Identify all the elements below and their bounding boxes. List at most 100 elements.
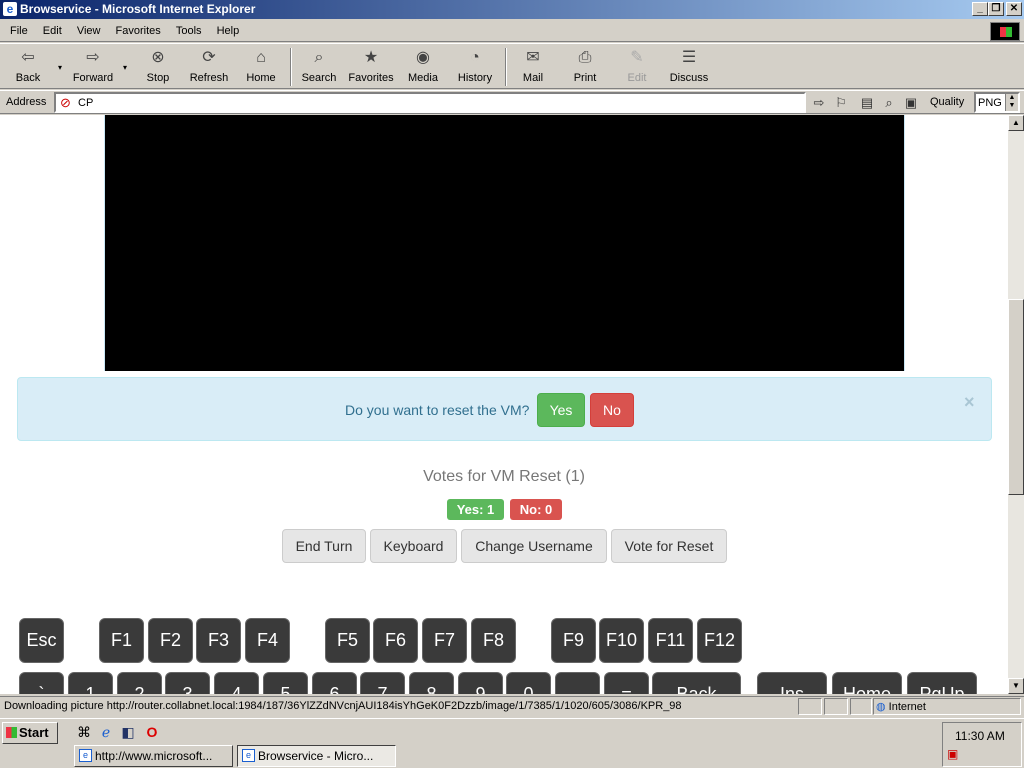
- forward-button[interactable]: ⇨ Forward: [68, 48, 118, 88]
- clipboard-icon[interactable]: ▣: [902, 94, 920, 112]
- key-pageup[interactable]: PgUp: [907, 672, 977, 694]
- back-dropdown-icon[interactable]: ▾: [54, 48, 66, 88]
- key-f9[interactable]: F9: [551, 618, 596, 663]
- toolbar-divider: [290, 48, 292, 86]
- status-panel: [824, 698, 848, 715]
- bookmark-icon[interactable]: ⚐: [832, 94, 850, 112]
- home-button[interactable]: ⌂ Home: [240, 48, 282, 88]
- key-f3[interactable]: F3: [196, 618, 241, 663]
- stop-icon: ⊗: [151, 49, 165, 66]
- print-button[interactable]: ⎙ Print: [566, 48, 604, 88]
- key-f8[interactable]: F8: [471, 618, 516, 663]
- key-backtick[interactable]: `: [19, 672, 64, 694]
- vm-screen[interactable]: [104, 115, 905, 371]
- change-username-button[interactable]: Change Username: [461, 529, 607, 563]
- home-icon: ⌂: [256, 49, 266, 66]
- close-icon[interactable]: ×: [964, 392, 975, 413]
- key-f1[interactable]: F1: [99, 618, 144, 663]
- internet-explorer-icon[interactable]: ℯ: [98, 724, 114, 740]
- key-6[interactable]: 6: [312, 672, 357, 694]
- key-5[interactable]: 5: [263, 672, 308, 694]
- menu-favorites[interactable]: Favorites: [110, 21, 167, 37]
- key-9[interactable]: 9: [458, 672, 503, 694]
- find-icon[interactable]: ⌕: [880, 94, 898, 112]
- menu-tools[interactable]: Tools: [170, 21, 208, 37]
- key-3[interactable]: 3: [165, 672, 210, 694]
- key-f5[interactable]: F5: [325, 618, 370, 663]
- title-bar: e Browservice - Microsoft Internet Explo…: [0, 0, 1024, 19]
- edit-button[interactable]: ✎ Edit: [618, 48, 656, 88]
- page-viewport: Do you want to reset the VM? Yes No × Vo…: [0, 115, 1008, 694]
- mail-button[interactable]: ✉ Mail: [514, 48, 552, 88]
- menu-view[interactable]: View: [71, 21, 107, 37]
- go-arrow-icon[interactable]: ⇨: [810, 94, 828, 112]
- key-0[interactable]: 0: [506, 672, 551, 694]
- address-input[interactable]: ⊘ CP: [54, 92, 806, 113]
- key-f4[interactable]: F4: [245, 618, 290, 663]
- key-f7[interactable]: F7: [422, 618, 467, 663]
- taskbar: Start ⌘ ℯ ◧ O e http://www.microsoft... …: [0, 718, 1024, 768]
- opera-icon[interactable]: O: [144, 724, 160, 740]
- menu-file[interactable]: File: [4, 21, 34, 37]
- menu-edit[interactable]: Edit: [37, 21, 68, 37]
- scroll-thumb[interactable]: [1008, 299, 1024, 495]
- scroll-down-icon[interactable]: ▼: [1008, 678, 1024, 694]
- stop-button[interactable]: ⊗ Stop: [138, 48, 178, 88]
- vote-for-reset-button[interactable]: Vote for Reset: [611, 529, 727, 563]
- close-button[interactable]: ✕: [1006, 2, 1022, 16]
- key-f6[interactable]: F6: [373, 618, 418, 663]
- key-2[interactable]: 2: [117, 672, 162, 694]
- maximize-button[interactable]: ❐: [988, 2, 1004, 16]
- menu-help[interactable]: Help: [211, 21, 246, 37]
- forward-dropdown-icon[interactable]: ▾: [119, 48, 131, 88]
- show-desktop-icon[interactable]: ⌘: [76, 724, 92, 740]
- network-icon[interactable]: ◧: [120, 724, 136, 740]
- quality-label: Quality: [930, 96, 965, 108]
- task-browservice-window[interactable]: e Browservice - Micro...: [237, 745, 396, 767]
- view-icon[interactable]: ▤: [858, 94, 876, 112]
- address-value: CP: [78, 97, 94, 109]
- back-button[interactable]: ⇦ Back: [6, 48, 50, 88]
- clock[interactable]: 11:30 AM: [955, 729, 1005, 743]
- history-button[interactable]: ◔ History: [452, 48, 498, 88]
- refresh-button[interactable]: ⟳ Refresh: [186, 48, 232, 88]
- end-turn-button[interactable]: End Turn: [282, 529, 366, 563]
- key-minus[interactable]: -: [555, 672, 600, 694]
- media-button[interactable]: ◉ Media: [402, 48, 444, 88]
- minimize-button[interactable]: _: [972, 2, 988, 16]
- reset-no-button[interactable]: No: [590, 393, 634, 427]
- start-button[interactable]: Start: [2, 722, 58, 744]
- zone-indicator: ◍ Internet: [876, 700, 926, 713]
- key-4[interactable]: 4: [214, 672, 259, 694]
- scroll-up-icon[interactable]: ▲: [1008, 115, 1024, 131]
- vertical-scrollbar[interactable]: ▲ ▼: [1008, 115, 1024, 694]
- reset-question: Do you want to reset the VM?: [345, 402, 530, 418]
- address-bar: Address ⊘ CP ⇨ ⚐ ▤ ⌕ ▣ Quality PNG ▲ ▼: [0, 90, 1024, 114]
- votes-title: Votes for VM Reset (1): [423, 468, 585, 485]
- key-f11[interactable]: F11: [648, 618, 693, 663]
- ie-page-icon: e: [79, 749, 92, 762]
- search-button[interactable]: ⌕ Search: [298, 48, 340, 88]
- key-f2[interactable]: F2: [148, 618, 193, 663]
- discuss-button[interactable]: ☰ Discuss: [666, 48, 712, 88]
- key-backspace[interactable]: Back: [652, 672, 741, 694]
- reset-yes-button[interactable]: Yes: [537, 393, 585, 427]
- windows-logo-icon: [990, 22, 1020, 41]
- task-microsoft-window[interactable]: e http://www.microsoft...: [74, 745, 233, 767]
- favorites-button[interactable]: ★ Favorites: [344, 48, 398, 88]
- tray-alert-icon[interactable]: ▣: [947, 747, 958, 761]
- key-f10[interactable]: F10: [599, 618, 644, 663]
- spinner-arrows-icon[interactable]: ▲ ▼: [1005, 94, 1018, 111]
- key-f12[interactable]: F12: [697, 618, 742, 663]
- key-home[interactable]: Home: [832, 672, 902, 694]
- quality-select[interactable]: PNG ▲ ▼: [974, 92, 1020, 113]
- key-8[interactable]: 8: [409, 672, 454, 694]
- key-1[interactable]: 1: [68, 672, 113, 694]
- key-esc[interactable]: Esc: [19, 618, 64, 663]
- key-equals[interactable]: =: [604, 672, 649, 694]
- address-label: Address: [6, 96, 47, 108]
- key-7[interactable]: 7: [360, 672, 405, 694]
- key-insert[interactable]: Ins: [757, 672, 827, 694]
- quality-value: PNG: [978, 97, 1002, 109]
- keyboard-button[interactable]: Keyboard: [370, 529, 457, 563]
